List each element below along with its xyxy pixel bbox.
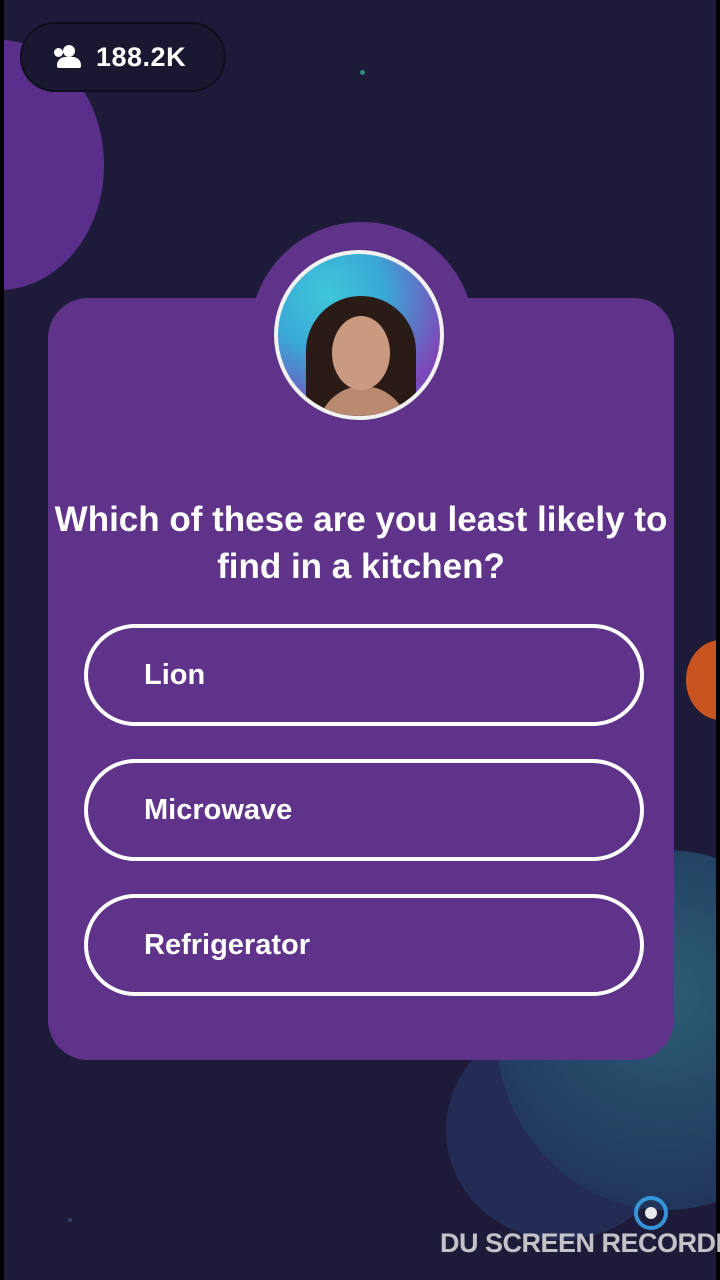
decorative-dot	[68, 1218, 72, 1222]
decorative-blob	[686, 640, 716, 720]
app-screen: 188.2K Which of these are you least like…	[4, 0, 716, 1280]
answer-option-refrigerator[interactable]: Refrigerator	[84, 894, 644, 996]
answer-option-microwave[interactable]: Microwave	[84, 759, 644, 861]
viewer-count-badge: 188.2K	[20, 22, 226, 92]
answer-option-lion[interactable]: Lion	[84, 624, 644, 726]
du-recorder-logo-icon	[634, 1196, 668, 1230]
people-icon	[54, 45, 84, 69]
answer-option-label: Lion	[144, 658, 206, 691]
answer-option-label: Microwave	[144, 793, 293, 826]
decorative-dot	[360, 70, 365, 75]
recorder-watermark: DU SCREEN RECORDER	[440, 1228, 720, 1258]
viewer-count: 188.2K	[96, 41, 187, 72]
answer-option-label: Refrigerator	[144, 928, 310, 961]
host-avatar	[274, 250, 444, 420]
question-text: Which of these are you least likely to f…	[54, 500, 668, 586]
